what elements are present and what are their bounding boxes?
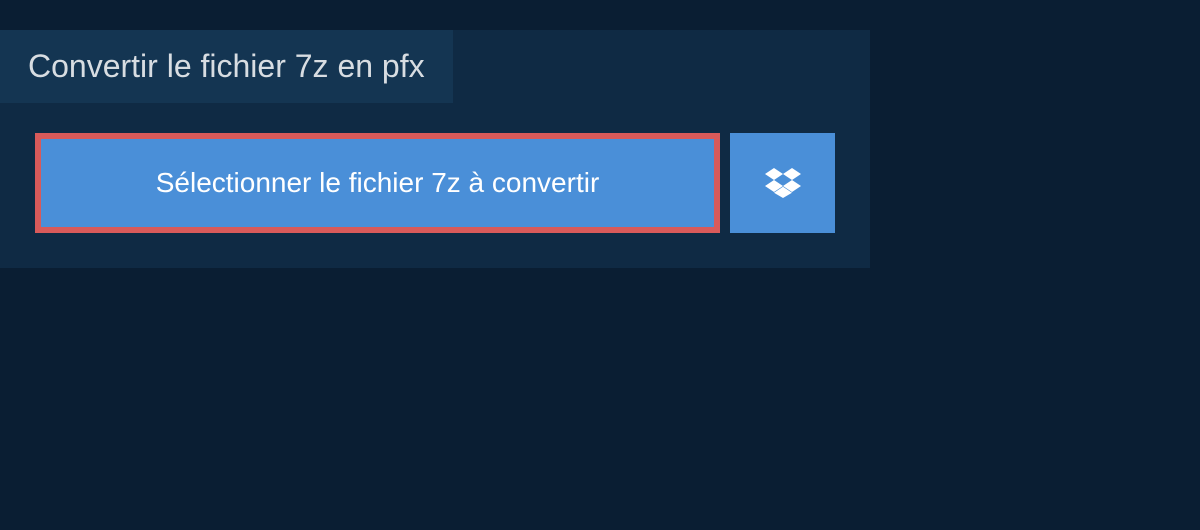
title-text: Convertir le fichier 7z en pfx (28, 48, 425, 84)
select-file-button[interactable]: Sélectionner le fichier 7z à convertir (35, 133, 720, 233)
converter-panel: Convertir le fichier 7z en pfx Sélection… (0, 30, 870, 268)
dropbox-icon (765, 165, 801, 201)
action-row: Sélectionner le fichier 7z à convertir (0, 103, 870, 268)
dropbox-button[interactable] (730, 133, 835, 233)
select-file-label: Sélectionner le fichier 7z à convertir (156, 167, 600, 199)
page-title: Convertir le fichier 7z en pfx (0, 30, 453, 103)
